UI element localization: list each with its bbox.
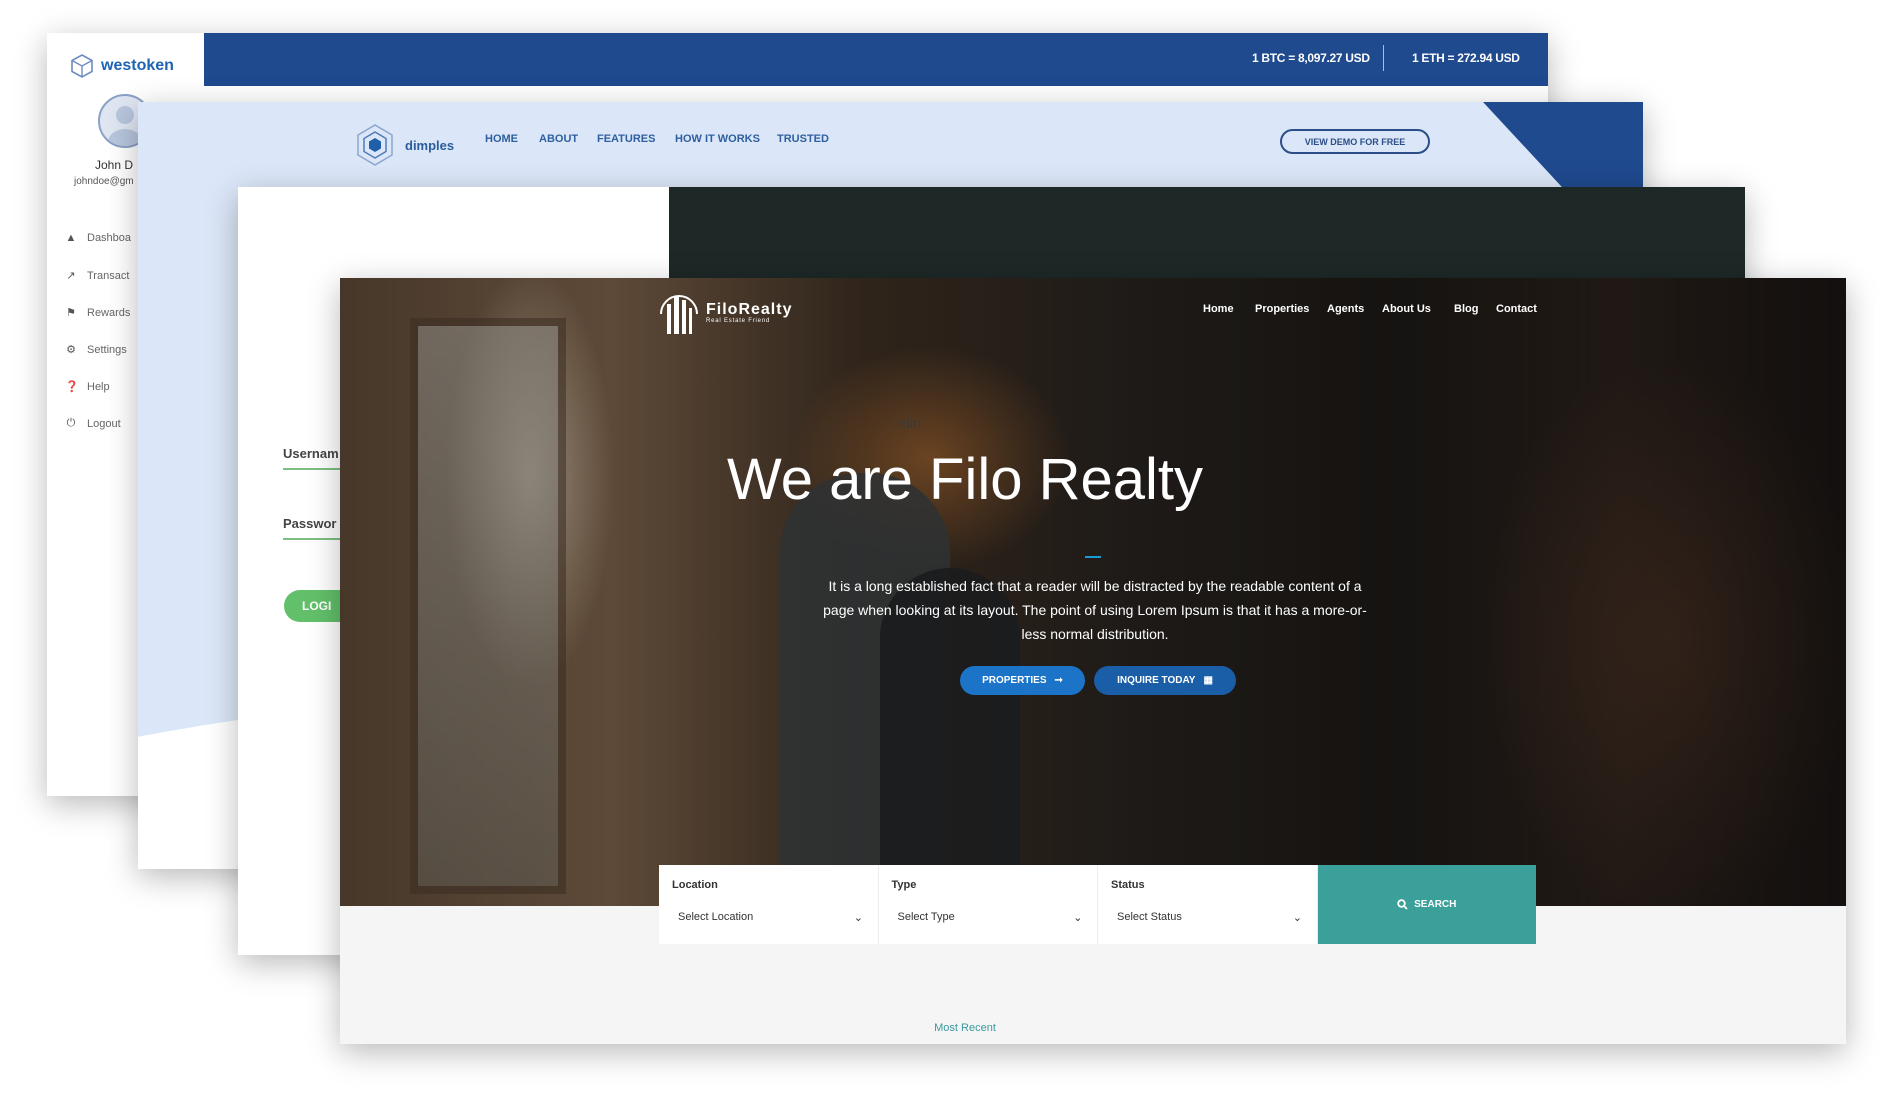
user-email: johndoe@gm bbox=[74, 176, 134, 187]
hero-window-shape bbox=[410, 318, 566, 894]
sidebar-item-label: Settings bbox=[87, 343, 127, 356]
status-select[interactable]: Select Status ⌄ bbox=[1117, 911, 1302, 924]
westoken-logo[interactable]: westoken bbox=[69, 53, 174, 79]
inquire-button-label: INQUIRE TODAY bbox=[1117, 675, 1196, 686]
cube-logo-icon bbox=[71, 54, 93, 78]
westoken-brand: westoken bbox=[101, 57, 174, 74]
status-value: Select Status bbox=[1117, 911, 1182, 923]
nav-about-us[interactable]: About Us bbox=[1382, 303, 1431, 315]
status-label: Status bbox=[1111, 879, 1145, 891]
hexagon-logo-icon bbox=[357, 124, 393, 166]
username-field[interactable] bbox=[283, 468, 343, 470]
hero-description: It is a long established fact that a rea… bbox=[823, 578, 1367, 642]
username-label: Usernam bbox=[283, 446, 339, 461]
nav-properties[interactable]: Properties bbox=[1255, 303, 1309, 315]
type-value: Select Type bbox=[897, 911, 955, 923]
sidebar-item-label: Rewards bbox=[87, 306, 131, 319]
inquire-today-button[interactable]: INQUIRE TODAY ▦ bbox=[1094, 666, 1236, 695]
nav-home[interactable]: HOME bbox=[485, 133, 518, 145]
westoken-topbar: 1 BTC = 8,097.27 USD 1 ETH = 272.94 USD … bbox=[204, 33, 1548, 86]
chevron-down-icon: ⌄ bbox=[853, 912, 863, 924]
status-field[interactable]: Status Select Status ⌄ bbox=[1098, 865, 1318, 944]
chart-icon: ▲ bbox=[65, 232, 77, 244]
nav-contact[interactable]: Contact bbox=[1496, 303, 1537, 315]
nav-features[interactable]: FEATURES bbox=[597, 133, 655, 145]
arrow-right-icon: ➞ bbox=[1054, 675, 1063, 686]
filo-realty-window: elin FiloRealty Real Estate Friend Home … bbox=[340, 278, 1846, 1044]
sidebar-item-label: Dashboa bbox=[87, 232, 132, 244]
filo-tagline: Real Estate Friend bbox=[706, 318, 771, 324]
power-icon: ⏻ bbox=[66, 417, 76, 429]
sidebar-item-settings[interactable]: ⚙ Settings bbox=[65, 343, 127, 357]
sidebar-item-rewards[interactable]: ⚑ Rewards bbox=[65, 306, 131, 320]
nav-blog[interactable]: Blog bbox=[1454, 303, 1478, 315]
location-label: Location bbox=[672, 879, 718, 891]
eth-rate: 1 ETH = 272.94 USD bbox=[1412, 51, 1520, 65]
flag-icon: ⚑ bbox=[66, 307, 76, 319]
help-icon: ❓ bbox=[65, 381, 79, 393]
chevron-down-icon: ⌄ bbox=[1073, 912, 1083, 924]
password-field[interactable] bbox=[283, 538, 343, 540]
dimples-brand: dimples bbox=[405, 137, 455, 153]
password-label: Passwor bbox=[283, 516, 337, 531]
properties-button[interactable]: PROPERTIES ➞ bbox=[960, 666, 1085, 695]
building-logo-icon bbox=[660, 295, 698, 334]
search-icon bbox=[1397, 899, 1408, 910]
sidebar-item-dashboard[interactable]: ▲ Dashboa bbox=[65, 232, 132, 244]
trend-icon: ↗ bbox=[66, 270, 76, 282]
most-recent-link[interactable]: Most Recent bbox=[340, 1022, 1590, 1034]
chevron-down-icon: ⌄ bbox=[1292, 912, 1302, 924]
sidebar-item-label: Transact bbox=[87, 269, 130, 282]
nav-agents[interactable]: Agents bbox=[1327, 303, 1364, 315]
location-value: Select Location bbox=[678, 911, 754, 923]
location-select[interactable]: Select Location ⌄ bbox=[678, 911, 863, 924]
dimples-logo[interactable]: dimples bbox=[353, 123, 454, 167]
search-button[interactable]: SEARCH bbox=[1317, 865, 1537, 944]
filo-logo[interactable]: FiloRealty Real Estate Friend bbox=[658, 290, 792, 336]
btc-rate: 1 BTC = 8,097.27 USD bbox=[1252, 51, 1370, 65]
nav-trusted[interactable]: TRUSTED bbox=[777, 133, 829, 145]
nav-home[interactable]: Home bbox=[1203, 303, 1234, 315]
title-underline bbox=[1085, 556, 1101, 558]
sidebar-item-label: Logout bbox=[87, 417, 121, 430]
type-label: Type bbox=[891, 879, 917, 891]
nav-how-it-works[interactable]: HOW IT WORKS bbox=[675, 133, 760, 145]
nav-about[interactable]: ABOUT bbox=[539, 133, 578, 145]
rate-divider bbox=[1383, 45, 1384, 71]
gear-icon: ⚙ bbox=[66, 344, 76, 356]
search-button-label: SEARCH bbox=[1414, 899, 1457, 910]
property-search-bar: Location Select Location ⌄ Type Select T… bbox=[659, 865, 1537, 944]
sidebar-item-logout[interactable]: ⏻ Logout bbox=[65, 417, 121, 430]
sidebar-item-label: Help bbox=[87, 380, 110, 393]
properties-button-label: PROPERTIES bbox=[982, 675, 1047, 686]
view-demo-button[interactable]: VIEW DEMO FOR FREE bbox=[1280, 129, 1430, 154]
location-field[interactable]: Location Select Location ⌄ bbox=[659, 865, 879, 944]
hero-sign-text: elin bbox=[898, 415, 922, 432]
type-field[interactable]: Type Select Type ⌄ bbox=[879, 865, 1098, 944]
user-name: John D bbox=[95, 158, 134, 172]
sidebar-item-transactions[interactable]: ↗ Transact bbox=[65, 269, 130, 283]
sidebar-item-help[interactable]: ❓ Help bbox=[65, 380, 110, 394]
filo-brand: FiloRealty bbox=[706, 301, 793, 318]
hero-title: We are Filo Realty bbox=[727, 447, 1203, 512]
calendar-icon: ▦ bbox=[1203, 675, 1213, 686]
type-select[interactable]: Select Type ⌄ bbox=[898, 911, 1083, 924]
